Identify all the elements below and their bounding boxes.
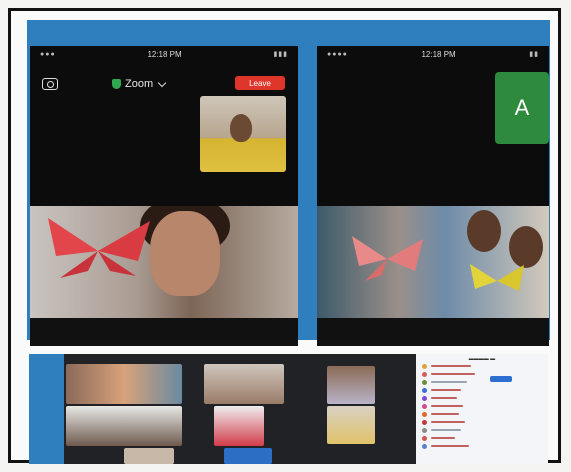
participant-row[interactable]: [416, 442, 548, 450]
self-view-video[interactable]: [200, 96, 286, 172]
status-icons-right: ▮▮▮: [273, 51, 288, 58]
active-speaker-video: [30, 206, 298, 318]
status-bar: ●●●● 12:18 PM ▮▮: [317, 46, 549, 62]
video-tile[interactable]: [204, 364, 284, 404]
meeting-title-dropdown[interactable]: Zoom: [112, 78, 167, 90]
video-tile[interactable]: [214, 406, 264, 446]
participants-panel: ▬▬▬▬ ▬: [416, 354, 548, 464]
participant-row[interactable]: [416, 418, 548, 426]
status-badge[interactable]: [490, 376, 512, 382]
camera-switch-icon[interactable]: [42, 78, 58, 90]
video-tile[interactable]: [66, 364, 182, 404]
participant-row[interactable]: [416, 426, 548, 434]
participant-row[interactable]: [416, 362, 548, 370]
controls-bar: [30, 318, 298, 346]
participant-row[interactable]: [416, 378, 548, 386]
status-time: 12:18 PM: [147, 49, 182, 59]
video-tile[interactable]: [327, 366, 375, 404]
right-phone-screen: ●●●● 12:18 PM ▮▮ A: [317, 46, 549, 346]
video-tile[interactable]: [224, 448, 272, 464]
video-tile[interactable]: [66, 406, 182, 446]
leave-button[interactable]: Leave: [235, 76, 285, 90]
participant-face: [150, 211, 220, 296]
paper-butterfly-red: [48, 218, 150, 278]
gallery-grid: [64, 354, 416, 464]
children-video: [317, 206, 549, 318]
participant-row[interactable]: [416, 386, 548, 394]
status-icons-left: ●●●●: [327, 50, 348, 58]
meeting-title: Zoom: [125, 78, 154, 90]
child-face: [467, 210, 501, 252]
gallery-view-screen: ▬▬▬▬ ▬: [29, 354, 548, 464]
participants-title: ▬▬▬▬ ▬: [468, 356, 496, 362]
status-icons-right: ▮▮: [529, 51, 539, 58]
chevron-down-icon: [157, 78, 167, 87]
participant-row[interactable]: [416, 394, 548, 402]
participant-row[interactable]: [416, 410, 548, 418]
participant-row[interactable]: [416, 434, 548, 442]
status-icons-left: ●●●: [40, 50, 56, 58]
participant-head: [230, 114, 252, 142]
participant-avatar-tile[interactable]: A: [495, 72, 549, 144]
participant-row[interactable]: [416, 370, 548, 378]
left-phone-screen: ●●● 12:18 PM ▮▮▮ Zoom Leave: [30, 46, 298, 346]
participant-row[interactable]: [416, 402, 548, 410]
status-time: 12:18 PM: [421, 49, 456, 59]
video-tile[interactable]: [124, 448, 174, 464]
paper-butterfly-pink: [352, 236, 423, 281]
controls-bar: [317, 318, 549, 346]
video-tile[interactable]: [327, 406, 375, 444]
paper-butterfly-yellow: [470, 264, 524, 291]
status-bar: ●●● 12:18 PM ▮▮▮: [30, 46, 298, 62]
shield-icon: [112, 79, 121, 89]
